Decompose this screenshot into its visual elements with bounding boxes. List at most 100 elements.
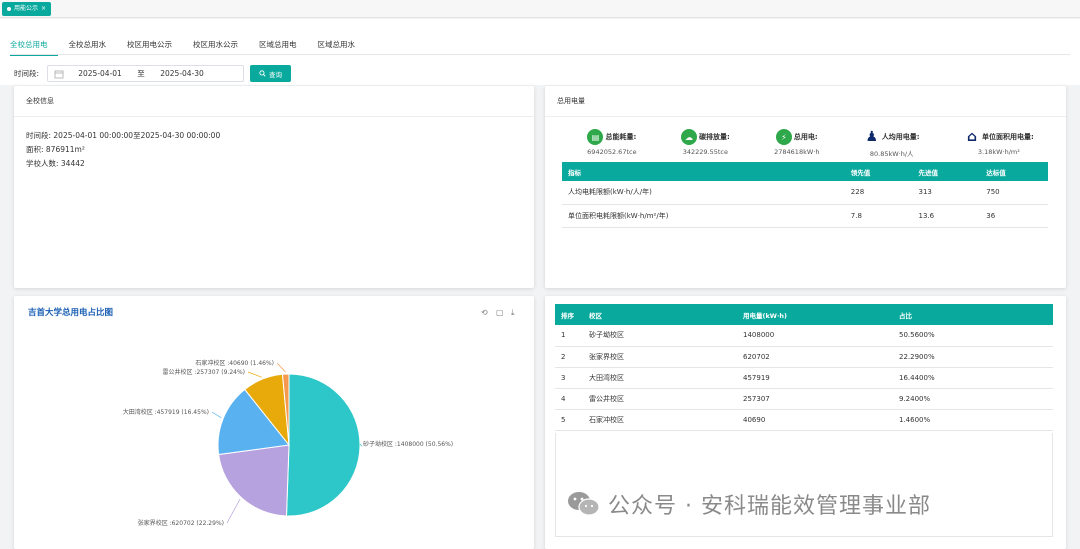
kpi-value: 80.85kW·h/人 [869, 150, 914, 158]
pie-data-label: 雷公井校区 :257307 (9.24%) [163, 368, 245, 376]
kpi-total-electricity: ⚡ 总用电: 2784618kW·h [774, 129, 819, 158]
table-cell: 4 [555, 388, 583, 410]
search-icon [259, 70, 266, 77]
table-cell: 16.4400% [893, 367, 1053, 389]
table-cell: 大田湾校区 [583, 367, 737, 389]
kpi-total-energy: ▤ 总能耗量: 6942052.67tce [587, 129, 637, 158]
pie-data-label: 大田湾校区 :457919 (16.45%) [123, 408, 209, 416]
kpi-value: 342229.55tce [682, 148, 728, 156]
kpi-value: 3.18kW·h/m² [977, 148, 1020, 156]
date-range-picker[interactable]: 2025-04-01 至 2025-04-30 [47, 65, 245, 82]
energy-icon: ▤ [587, 129, 604, 145]
table-cell: 1 [555, 325, 583, 347]
table-cell: 313 [912, 181, 981, 205]
table-empty-area [555, 433, 1053, 537]
pie-label-line [276, 362, 286, 373]
table-row: 2 张家界校区 620702 22.2900% [555, 346, 1053, 368]
info-period: 时间段: 2025-04-01 00:00:00至2025-04-30 00:0… [26, 131, 221, 140]
page-tab-energy-publicity[interactable]: 用能公示 × [2, 2, 52, 16]
table-cell: 9.2400% [893, 388, 1053, 410]
kpi-label: 人均用电量: [881, 133, 920, 141]
pie-chart-card: 吉首大学总用电占比图 ⟲ ▢ ⤓ 砂子坳校区 :1408000 (50.56%)… [14, 296, 534, 549]
date-start-input[interactable]: 2025-04-01 [72, 69, 128, 78]
table-cell: 36 [980, 204, 1048, 228]
table-cell: 5 [555, 409, 583, 431]
table-cell: 3 [555, 367, 583, 389]
top-tab-bar: 用能公示 × [0, 0, 1080, 18]
pie-data-label: 张家界校区 :620702 (22.29%) [138, 519, 224, 527]
table-cell: 砂子坳校区 [583, 325, 737, 347]
table-row: 单位面积电耗限额(kW·h/m²/年) 7.8 13.6 36 [562, 204, 1048, 228]
table-header: 排序 [555, 304, 583, 325]
table-header: 达标值 [980, 162, 1048, 181]
wechat-icon [568, 492, 600, 516]
school-info-card: 全校信息 时间段: 2025-04-01 00:00:00至2025-04-30… [14, 86, 534, 288]
time-filter-label: 时间段: [14, 69, 40, 78]
pie-slice-2[interactable] [218, 444, 290, 517]
watermark-text: 公众号 · 安科瑞能效管理事业部 [608, 494, 931, 519]
table-cell: 22.2900% [893, 346, 1053, 368]
house-icon: ⌂ [966, 129, 977, 145]
kpi-label: 单位面积用电量: [981, 133, 1034, 141]
date-end-input[interactable]: 2025-04-30 [154, 69, 210, 78]
table-cell: 单位面积电耗限额(kW·h/m²/年) [562, 204, 845, 228]
info-people: 学校人数: 34442 [26, 159, 85, 168]
table-header: 先进值 [912, 162, 981, 181]
lightning-icon: ⚡ [775, 129, 792, 145]
kpi-row: ▤ 总能耗量: 6942052.67tce ☁ 碳排放量: 342229.55tce… [545, 117, 1066, 158]
table-cell: 7.8 [844, 204, 913, 228]
kpi-value: 2784618kW·h [774, 148, 820, 156]
pie-label-line [211, 411, 222, 419]
school-info-title: 全校信息 [14, 86, 534, 117]
active-dot-icon [7, 7, 11, 11]
total-electricity-card: 总用电量 ▤ 总能耗量: 6942052.67tce ☁ 碳排放量: 342229.… [545, 86, 1066, 288]
pie-slice-1[interactable] [285, 373, 361, 517]
table-header: 占比 [893, 304, 1053, 325]
query-button[interactable]: 查询 [250, 65, 292, 82]
table-header: 领先值 [844, 162, 913, 181]
close-icon[interactable]: × [41, 2, 46, 16]
kpi-per-capita: ♟ 人均用电量: 80.85kW·h/人 [864, 129, 920, 158]
time-filter: 时间段: 2025-04-01 至 2025-04-30 查询 [14, 65, 292, 82]
table-cell: 750 [980, 181, 1048, 205]
page-tab-label: 用能公示 [14, 5, 39, 12]
table-row: 5 石家冲校区 40690 1.4600% [555, 409, 1053, 431]
pie-label-line [247, 371, 262, 378]
pie-data-label: 砂子坳校区 :1408000 (50.56%) [363, 440, 453, 448]
watermark: 公众号 · 安科瑞能效管理事业部 [566, 488, 931, 520]
tab-divider [10, 54, 1070, 55]
kpi-value: 6942052.67tce [587, 148, 637, 156]
info-area: 面积: 876911m² [26, 145, 85, 154]
table-row: 1 砂子坳校区 1408000 50.5600% [555, 325, 1053, 347]
header-area: 全校总用电 全校总用水 校区用电公示 校区用水公示 区域总用电 区域总用水 时间… [0, 19, 1080, 85]
people-chart-icon: ♟ [865, 129, 879, 145]
pie-data-label: 石家冲校区 :40690 (1.46%) [195, 359, 274, 367]
table-cell: 张家界校区 [583, 346, 737, 368]
ranking-table: 排序 校区 用电量(kW·h) 占比 1 砂子坳校区 1408000 50.56… [555, 304, 1053, 431]
kpi-label: 碳排放量: [698, 133, 730, 141]
table-cell: 620702 [737, 346, 893, 368]
kpi-per-area: ⌂ 单位面积用电量: 3.18kW·h/m² [964, 129, 1034, 158]
school-info-body: 时间段: 2025-04-01 00:00:00至2025-04-30 00:0… [14, 117, 534, 183]
table-header: 校区 [583, 304, 737, 325]
table-cell: 1408000 [737, 325, 893, 347]
table-cell: 228 [844, 181, 913, 205]
table-cell: 13.6 [912, 204, 981, 228]
table-cell: 257307 [737, 388, 893, 410]
query-button-label: 查询 [269, 70, 283, 79]
table-cell: 457919 [737, 367, 893, 389]
table-cell: 50.5600% [893, 325, 1053, 347]
table-cell: 石家冲校区 [583, 409, 737, 431]
table-cell: 40690 [737, 409, 893, 431]
table-row: 人均电耗限额(kW·h/人/年) 228 313 750 [562, 181, 1048, 205]
kpi-label: 总能耗量: [605, 133, 637, 141]
calendar-icon [54, 70, 64, 78]
kpi-label: 总用电: [793, 133, 818, 141]
total-electricity-title: 总用电量 [545, 86, 1066, 117]
kpi-carbon: ☁ 碳排放量: 342229.55tce [680, 129, 730, 158]
table-cell: 1.4600% [893, 409, 1053, 431]
table-cell: 2 [555, 346, 583, 368]
standard-table: 指标 领先值 先进值 达标值 人均电耗限额(kW·h/人/年) 228 313 … [562, 162, 1048, 228]
table-row: 3 大田湾校区 457919 16.4400% [555, 367, 1053, 389]
table-row: 4 雷公井校区 257307 9.2400% [555, 388, 1053, 410]
